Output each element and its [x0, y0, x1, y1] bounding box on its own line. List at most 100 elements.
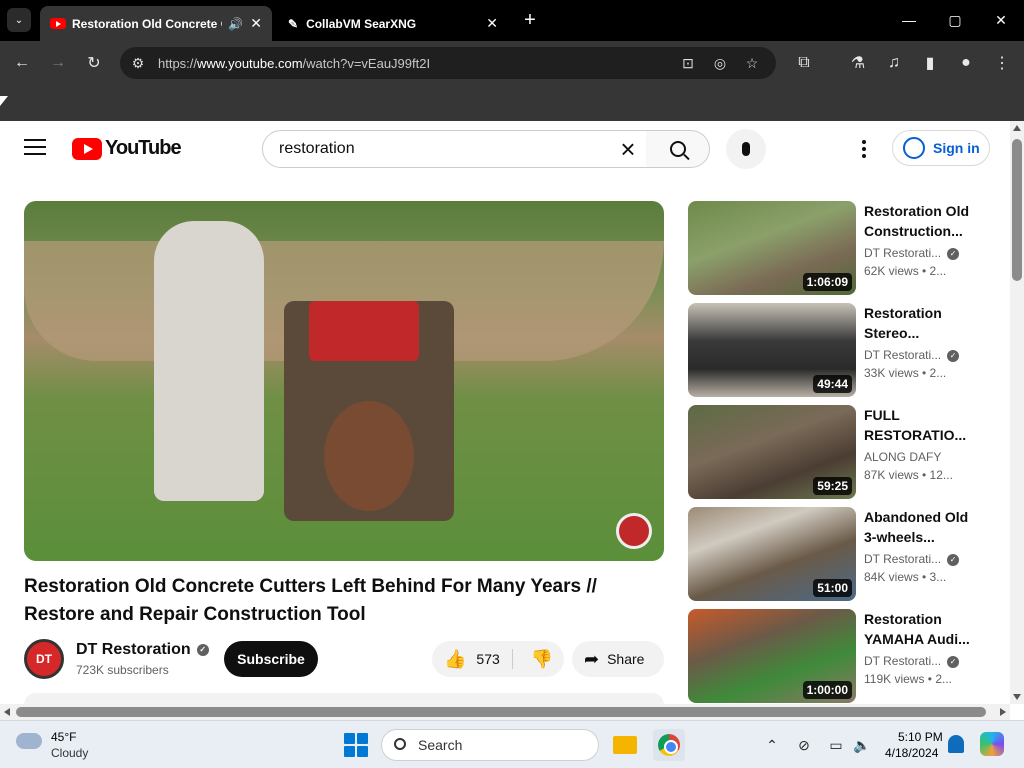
chrome-taskbar-button[interactable]: [653, 729, 685, 761]
channel-label: DT Restorati...: [864, 552, 942, 566]
tab-close-icon[interactable]: ✕: [250, 15, 262, 32]
file-explorer-button[interactable]: [609, 729, 641, 761]
reload-button[interactable]: ↻: [82, 51, 106, 75]
volume-icon[interactable]: 🔈: [852, 735, 872, 755]
vertical-scroll-thumb[interactable]: [1012, 139, 1022, 281]
hamburger-menu-icon[interactable]: [24, 139, 46, 157]
maximize-button[interactable]: ▢: [932, 8, 978, 32]
scroll-right-arrow-icon[interactable]: [1000, 708, 1006, 716]
scroll-up-arrow-icon[interactable]: [1013, 125, 1021, 131]
recommendation-title[interactable]: Restoration Stereo...: [864, 303, 984, 343]
recommendation-title[interactable]: Restoration Old Construction...: [864, 201, 984, 241]
video-thumbnail[interactable]: 59:25: [688, 405, 856, 499]
sign-in-button[interactable]: Sign in: [892, 130, 990, 166]
install-app-icon[interactable]: ⊡: [676, 51, 700, 75]
subscribe-button[interactable]: Subscribe: [224, 641, 318, 677]
site-info-icon[interactable]: ⚙: [126, 51, 150, 75]
tab-close-icon[interactable]: ✕: [486, 15, 498, 32]
scroll-down-arrow-icon[interactable]: [1013, 694, 1021, 700]
scroll-left-arrow-icon[interactable]: [4, 708, 10, 716]
recommendation-title[interactable]: FULL RESTORATIO...: [864, 405, 984, 445]
list-item[interactable]: 1:06:09 Restoration Old Construction... D…: [688, 201, 998, 303]
search-input[interactable]: restoration: [262, 130, 647, 168]
share-button[interactable]: ➦ Share: [572, 641, 664, 677]
description-box[interactable]: [24, 693, 664, 704]
list-item[interactable]: 59:25 FULL RESTORATIO... ALONG DAFY 87K v…: [688, 405, 998, 507]
recommendation-views: 33K views • 2...: [864, 366, 947, 380]
channel-label: DT Restorati...: [864, 246, 942, 260]
extensions-icon[interactable]: ⧉: [792, 51, 816, 75]
duration-badge: 51:00: [813, 579, 852, 597]
speaker-icon[interactable]: 🔊: [228, 17, 243, 31]
duration-badge: 1:00:00: [802, 681, 852, 699]
clear-search-icon[interactable]: ×: [616, 134, 640, 164]
recommendation-title[interactable]: Restoration YAMAHA Audi...: [864, 609, 984, 649]
clock-time[interactable]: 5:10 PM: [898, 730, 943, 744]
title-line: Restoration: [864, 611, 942, 627]
network-icon[interactable]: ⊘: [794, 735, 814, 755]
video-title: Restoration Old Concrete Cutters Left Be…: [24, 576, 597, 625]
forward-button[interactable]: →: [46, 51, 70, 75]
video-player[interactable]: [24, 201, 664, 561]
youtube-logo[interactable]: YouTube: [72, 137, 182, 160]
video-thumbnail[interactable]: 1:00:00: [688, 609, 856, 703]
tab-searxng[interactable]: ✎ CollabVM SearXNG ✕: [278, 6, 508, 41]
tracking-protection-icon[interactable]: ◎: [708, 51, 732, 75]
address-bar[interactable]: ⚙ https://www.youtube.com/watch?v=vEauJ9…: [120, 47, 776, 79]
video-thumbnail[interactable]: 51:00: [688, 507, 856, 601]
channel-name[interactable]: DT Restoration: [76, 641, 191, 658]
side-panel-icon[interactable]: ▮: [918, 51, 942, 75]
horizontal-scroll-thumb[interactable]: [16, 707, 986, 717]
back-button[interactable]: ←: [10, 51, 34, 75]
recommendation-title[interactable]: Abandoned Old 3-wheels...: [864, 507, 984, 547]
channel-label: DT Restorati...: [864, 348, 942, 362]
bookmark-star-icon[interactable]: ☆: [740, 51, 764, 75]
windows-taskbar: 45°F Cloudy Search ⌃ ⊘ ▭ 🔈 5:10 PM 4/18/…: [0, 720, 1024, 768]
taskbar-search[interactable]: Search: [381, 729, 599, 761]
tab-youtube[interactable]: Restoration Old Concrete Cutters Left Be…: [40, 6, 272, 41]
tab-search-button[interactable]: ⌄: [7, 8, 31, 32]
weather-temperature[interactable]: 45°F: [51, 730, 76, 744]
video-thumbnail[interactable]: 49:44: [688, 303, 856, 397]
list-item[interactable]: 49:44 Restoration Stereo... DT Restorati.…: [688, 303, 998, 405]
duration-badge: 1:06:09: [802, 273, 852, 291]
video-thumbnail[interactable]: 1:06:09: [688, 201, 856, 295]
copilot-icon[interactable]: [980, 732, 1004, 756]
media-controls-icon[interactable]: ♫: [882, 51, 906, 75]
channel-watermark-icon[interactable]: [616, 513, 652, 549]
share-arrow-icon: ➦: [584, 648, 600, 669]
horizontal-scrollbar[interactable]: [0, 704, 1010, 720]
labs-icon[interactable]: ⚗: [846, 51, 870, 75]
menu-kebab-icon[interactable]: ⋮: [990, 51, 1014, 75]
voice-search-button[interactable]: [726, 129, 766, 169]
clock-date[interactable]: 4/18/2024: [885, 746, 938, 760]
weather-description[interactable]: Cloudy: [51, 746, 88, 760]
channel-label: DT Restorati...: [864, 654, 942, 668]
new-tab-button[interactable]: +: [518, 8, 542, 32]
start-button[interactable]: [344, 733, 368, 757]
dislike-button[interactable]: 👎: [522, 641, 562, 677]
title-line: Abandoned Old: [864, 509, 969, 525]
title-line: FULL: [864, 407, 900, 423]
vertical-scrollbar[interactable]: [1010, 121, 1024, 704]
like-button[interactable]: 👍 573: [432, 641, 512, 677]
notification-bell-icon[interactable]: [948, 735, 964, 753]
recommendation-views: 87K views • 12...: [864, 468, 953, 482]
channel-name-container[interactable]: DT Restoration ✓: [76, 641, 209, 659]
list-item[interactable]: 51:00 Abandoned Old 3-wheels... DT Restor…: [688, 507, 998, 609]
title-line: Construction...: [864, 223, 963, 239]
profile-icon[interactable]: ●: [954, 51, 978, 75]
youtube-masthead: YouTube restoration × Sign in: [0, 121, 1010, 177]
show-hidden-icons-icon[interactable]: ⌃: [762, 735, 782, 755]
cloud-icon[interactable]: [16, 733, 42, 749]
list-item[interactable]: 1:00:00 Restoration YAMAHA Audi... DT Res…: [688, 609, 998, 704]
verified-check-icon: ✓: [947, 553, 960, 566]
chevron-down-icon: ⌄: [14, 14, 24, 26]
close-window-button[interactable]: ✕: [978, 8, 1024, 32]
search-button[interactable]: [646, 130, 710, 168]
settings-kebab-icon[interactable]: [852, 137, 876, 161]
channel-avatar[interactable]: DT: [24, 639, 64, 679]
duration-badge: 59:25: [813, 477, 852, 495]
display-icon[interactable]: ▭: [826, 735, 846, 755]
minimize-button[interactable]: —: [886, 8, 932, 32]
